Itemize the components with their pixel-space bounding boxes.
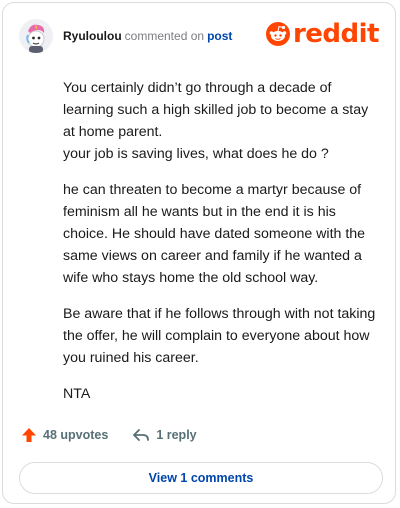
upvote-button[interactable]: 48 upvotes	[21, 427, 108, 443]
comment-paragraph: he can threaten to become a martyr becau…	[63, 182, 366, 286]
reply-button[interactable]: 1 reply	[132, 427, 197, 443]
reply-count: 1 reply	[156, 428, 197, 442]
post-link[interactable]: post	[207, 29, 232, 43]
comment-body: You certainly didn’t go through a decade…	[63, 77, 383, 419]
upvote-count: 48 upvotes	[43, 428, 109, 442]
comment-card: Ryuloulou commented on post reddit You cer…	[2, 2, 396, 504]
comment-header: Ryuloulou commented on post reddit	[19, 15, 381, 57]
commented-on-label: commented on	[124, 29, 205, 43]
comment-actions: 48 upvotes 1 reply	[21, 427, 197, 443]
comment-paragraph: You certainly didn’t go through a decade…	[63, 80, 369, 162]
avatar-unicorn-icon	[19, 19, 53, 53]
reply-arrow-icon	[133, 429, 150, 441]
comment-paragraph: NTA	[63, 386, 91, 402]
reddit-snoo-icon	[265, 22, 290, 46]
reddit-logo[interactable]: reddit	[265, 19, 380, 49]
avatar[interactable]	[19, 19, 53, 53]
upvote-arrow-icon	[22, 428, 36, 442]
reddit-wordmark: reddit	[292, 19, 380, 49]
comment-meta: Ryuloulou commented on post	[63, 29, 232, 43]
comment-paragraph: Be aware that if he follows through with…	[63, 306, 376, 366]
username[interactable]: Ryuloulou	[63, 29, 122, 43]
view-comments-button[interactable]: View 1 comments	[19, 462, 383, 494]
